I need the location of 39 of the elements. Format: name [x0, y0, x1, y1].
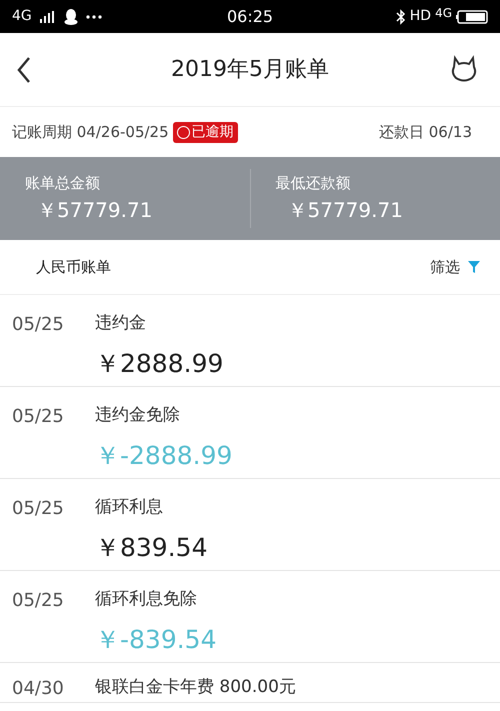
- transaction-date: 05/25: [11, 589, 65, 613]
- summary-label: 最低还款额: [276, 173, 352, 194]
- transaction-amount: ￥2888.99: [95, 348, 224, 380]
- transaction-date: 05/25: [11, 405, 65, 429]
- billing-period: 记账周期 04/26-05/25: [12, 122, 169, 143]
- page-title: 2019年5月账单: [170, 56, 330, 84]
- more-icon: [86, 14, 102, 18]
- transaction-amount: ￥-839.54: [95, 624, 216, 656]
- signal-icon: [40, 10, 56, 22]
- filter-button[interactable]: 筛选: [430, 256, 480, 278]
- battery-icon: [456, 10, 488, 24]
- filter-icon[interactable]: [468, 261, 480, 273]
- transaction-row[interactable]: 05/25 循环利息 ￥839.54: [0, 479, 500, 571]
- transaction-date: 05/25: [11, 313, 65, 337]
- transaction-row[interactable]: 04/30 银联白金卡年费 800.00元: [0, 663, 500, 703]
- due-date: 还款日 06/13: [379, 122, 472, 143]
- summary-label: 账单总金额: [25, 173, 101, 194]
- overdue-badge: 已逾期: [172, 122, 238, 142]
- transaction-row[interactable]: 05/25 循环利息免除 ￥-839.54: [0, 571, 500, 663]
- transaction-date: 04/30: [11, 677, 65, 701]
- back-icon[interactable]: [16, 56, 32, 84]
- transaction-name: 循环利息: [95, 496, 163, 519]
- transaction-row[interactable]: 05/25 违约金免除 ￥-2888.99: [0, 387, 500, 479]
- summary-amount: ￥57779.71: [36, 196, 154, 224]
- status-time: 06:25: [226, 6, 274, 28]
- transaction-date: 05/25: [11, 497, 65, 521]
- transaction-name: 银联白金卡年费 800.00元: [95, 676, 296, 699]
- section-title: 人民币账单: [36, 256, 111, 278]
- transaction-row[interactable]: 05/25 违约金 ￥2888.99: [0, 295, 500, 387]
- network-label: 4G: [435, 4, 452, 22]
- transaction-amount: ￥839.54: [95, 532, 208, 564]
- transaction-name: 违约金: [95, 312, 146, 335]
- network-label: 4G: [12, 7, 32, 26]
- transaction-name: 循环利息免除: [95, 588, 197, 611]
- summary-amount: ￥57779.71: [286, 196, 404, 224]
- transaction-name: 违约金免除: [95, 404, 180, 427]
- transaction-amount: ￥-2888.99: [95, 440, 232, 472]
- bluetooth-icon: [396, 8, 406, 24]
- hd-label: HD: [410, 7, 432, 26]
